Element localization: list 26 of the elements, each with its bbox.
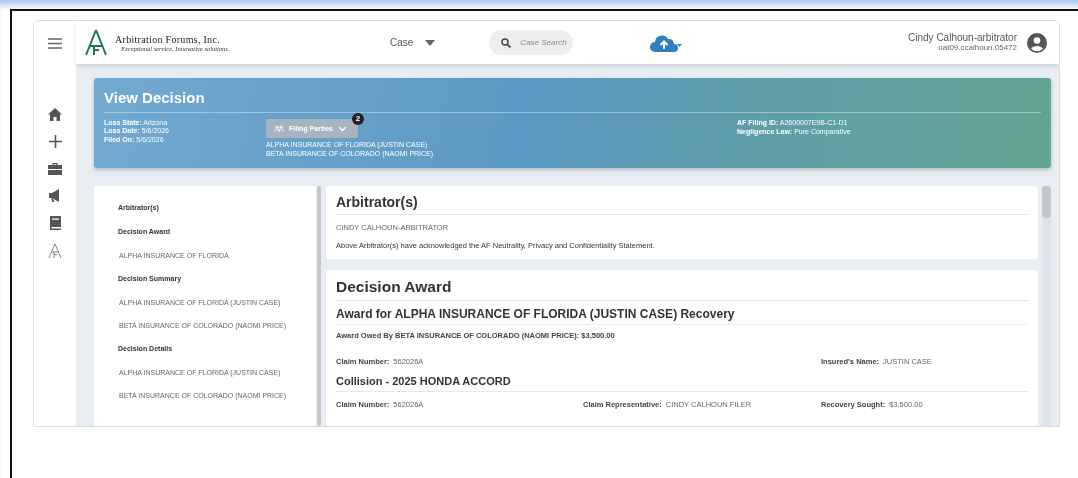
- avatar-icon[interactable]: [1027, 32, 1047, 53]
- megaphone-icon[interactable]: [48, 189, 62, 202]
- section-title: Decision Award: [336, 278, 1028, 301]
- search-field[interactable]: Case Search: [489, 30, 574, 55]
- cloud-upload-icon[interactable]: [649, 33, 684, 52]
- briefcase-icon[interactable]: [48, 162, 62, 175]
- award-subtitle: Award for ALPHA INSURANCE OF FLORIDA (JUSTIN CASE) Recovery: [336, 307, 1028, 325]
- people-icon: [274, 125, 284, 132]
- case-dropdown[interactable]: Case: [384, 36, 442, 49]
- user-id: uat09.ccalhoun.05472: [938, 43, 1017, 52]
- home-icon[interactable]: [48, 108, 62, 121]
- chevron-down-icon: [337, 125, 347, 132]
- user-name: Cindy Calhoun-arbitrator: [908, 33, 1017, 44]
- menu-icon[interactable]: [48, 38, 62, 49]
- caret-icon: [425, 39, 436, 46]
- vehicle-title: Collision - 2025 HONDA ACCORD: [336, 375, 1028, 392]
- count-badge: 2: [352, 113, 364, 125]
- book-icon[interactable]: [49, 216, 61, 230]
- logo-icon[interactable]: [48, 244, 62, 258]
- plus-icon[interactable]: [48, 135, 62, 148]
- page-title: View Decision: [104, 89, 1041, 113]
- company-name: Arbitration Forums, Inc.: [115, 34, 221, 45]
- scrollbar-thumb[interactable]: [317, 186, 321, 426]
- search-icon: [501, 37, 512, 48]
- section-title: Arbitrator(s): [336, 194, 1028, 215]
- scrollbar-thumb[interactable]: [1042, 186, 1051, 218]
